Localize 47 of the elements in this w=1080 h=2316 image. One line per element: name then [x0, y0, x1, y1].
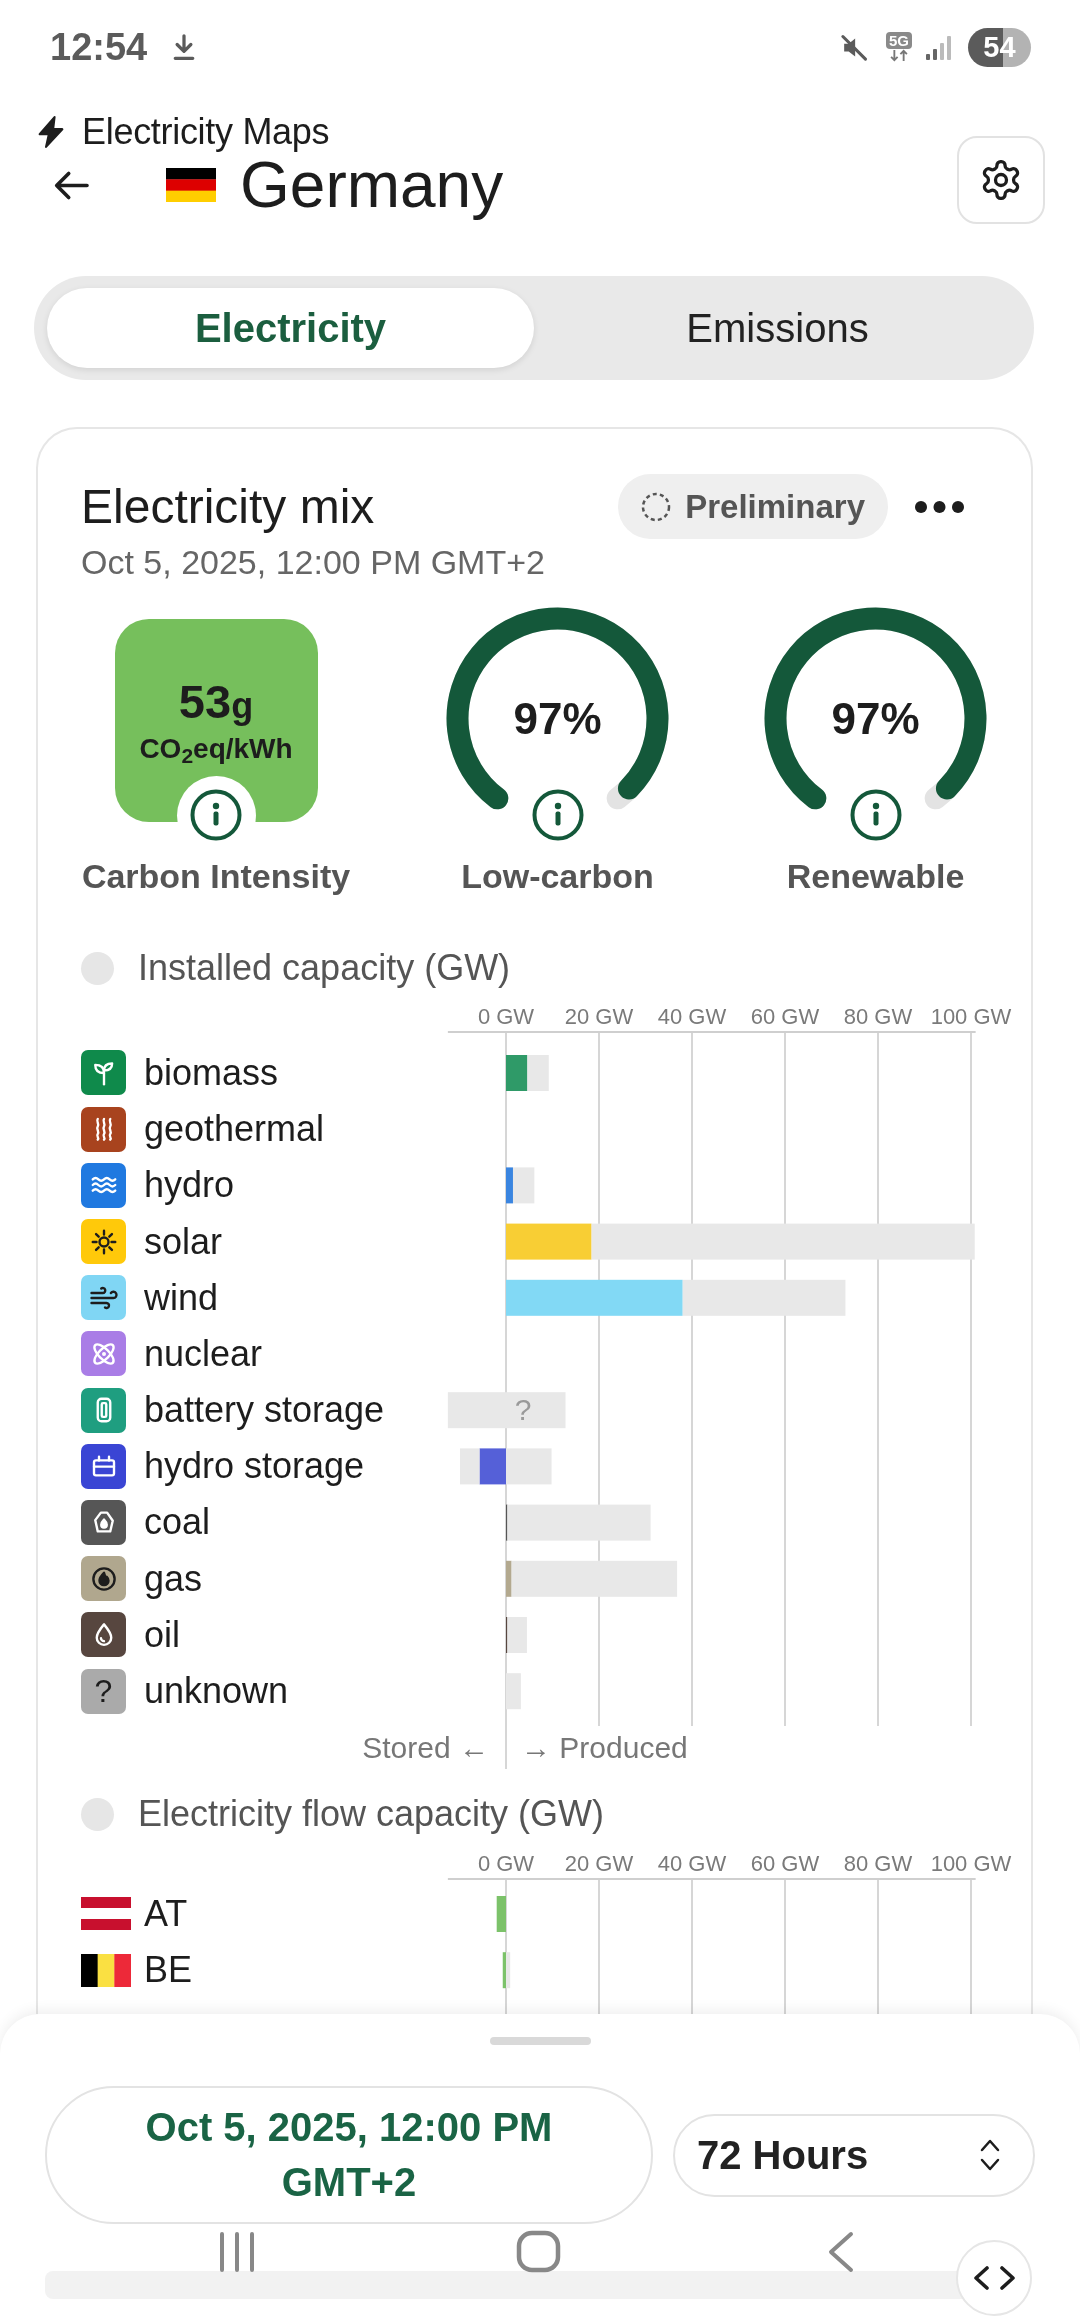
intensity-value: 53	[178, 674, 232, 730]
axis-label: 0 GW	[477, 1004, 535, 1029]
axis-label: 20 GW	[564, 1851, 634, 1876]
clock-time: 12:54	[50, 28, 148, 66]
source-label: gas	[144, 1558, 203, 1599]
gauge-value: 97%	[513, 696, 602, 741]
axis-label: 40 GW	[657, 1004, 727, 1029]
direction-label: Stored ←	[362, 1729, 489, 1766]
source-label: wind	[144, 1277, 219, 1318]
source-label: nuclear	[144, 1333, 263, 1374]
country-code: BE	[144, 1950, 193, 1991]
axis-label: 100 GW	[930, 1851, 1012, 1876]
card-subtitle: Oct 5, 2025, 12:00 PM GMT+2	[81, 542, 546, 582]
intensity-unit-label: CO$_{2}$eq/kWh	[139, 734, 293, 764]
status-text: Preliminary	[685, 486, 865, 527]
question-mark-icon: ?	[81, 1668, 126, 1714]
axis-label: 60 GW	[750, 1004, 820, 1029]
axis-label: 60 GW	[750, 1851, 820, 1876]
axis-label: 80 GW	[843, 1004, 913, 1029]
source-label: biomass	[144, 1053, 279, 1093]
chart-title: Electricity flow capacity (GW)	[138, 1794, 605, 1834]
direction-label: → Produced	[521, 1729, 688, 1766]
source-label: hydro	[144, 1165, 235, 1206]
network-type: 5G	[886, 32, 912, 49]
unknown-value: ?	[514, 1393, 532, 1427]
source-label: coal	[144, 1502, 211, 1543]
gauge-value: 97%	[831, 696, 920, 741]
source-label: unknown	[144, 1671, 289, 1712]
app-name: Electricity Maps	[82, 114, 330, 150]
source-label: oil	[144, 1614, 181, 1655]
axis-label: 0 GW	[477, 1851, 535, 1876]
country-code: AT	[144, 1894, 188, 1934]
metric-label: Low-carbon	[461, 856, 654, 896]
source-label: geothermal	[144, 1109, 325, 1150]
source-label: battery storage	[144, 1390, 385, 1431]
metric-label: Renewable	[786, 856, 965, 896]
source-label: solar	[144, 1221, 223, 1262]
source-label: hydro storage	[144, 1446, 365, 1487]
card-title: Electricity mix	[81, 479, 376, 535]
chart-title: Installed capacity (GW)	[138, 948, 511, 988]
battery-indicator: 54	[968, 27, 1031, 67]
axis-label: 80 GW	[843, 1851, 913, 1876]
intensity-unit: g	[231, 684, 254, 728]
metric-label: Carbon Intensity	[81, 856, 351, 896]
axis-label: 100 GW	[930, 1004, 1012, 1029]
axis-label: 40 GW	[657, 1851, 727, 1876]
axis-label: 20 GW	[564, 1004, 634, 1029]
